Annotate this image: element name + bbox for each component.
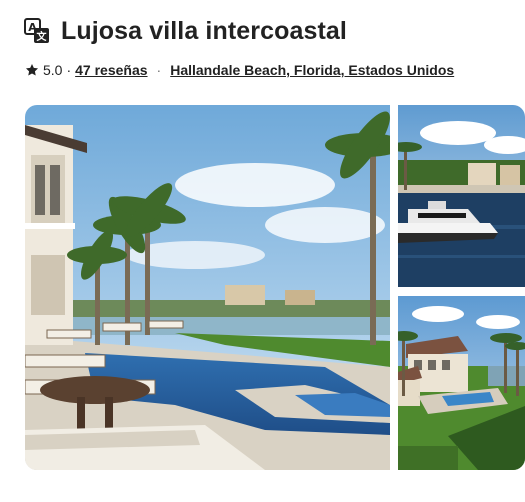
reviews-link[interactable]: 47 reseñas <box>75 62 147 78</box>
yacht-canal-photo[interactable] <box>398 105 525 287</box>
listing-page: A 文 Lujosa villa intercoastal 5.0 · 47 r… <box>0 0 525 502</box>
pool-terrace-photo[interactable] <box>25 105 390 470</box>
rating-value: 5.0 <box>43 62 63 78</box>
listing-title: Lujosa villa intercoastal <box>61 16 347 45</box>
title-row: A 文 Lujosa villa intercoastal <box>24 14 347 48</box>
star-icon <box>25 63 39 77</box>
aerial-villa-photo[interactable] <box>398 296 525 470</box>
svg-text:文: 文 <box>37 30 48 43</box>
separator: · <box>156 62 162 78</box>
listing-meta: 5.0 · 47 reseñas · Hallandale Beach, Flo… <box>25 60 454 80</box>
location-link[interactable]: Hallandale Beach, Florida, Estados Unido… <box>170 62 454 78</box>
separator: · <box>66 62 72 78</box>
translate-icon[interactable]: A 文 <box>24 18 50 44</box>
